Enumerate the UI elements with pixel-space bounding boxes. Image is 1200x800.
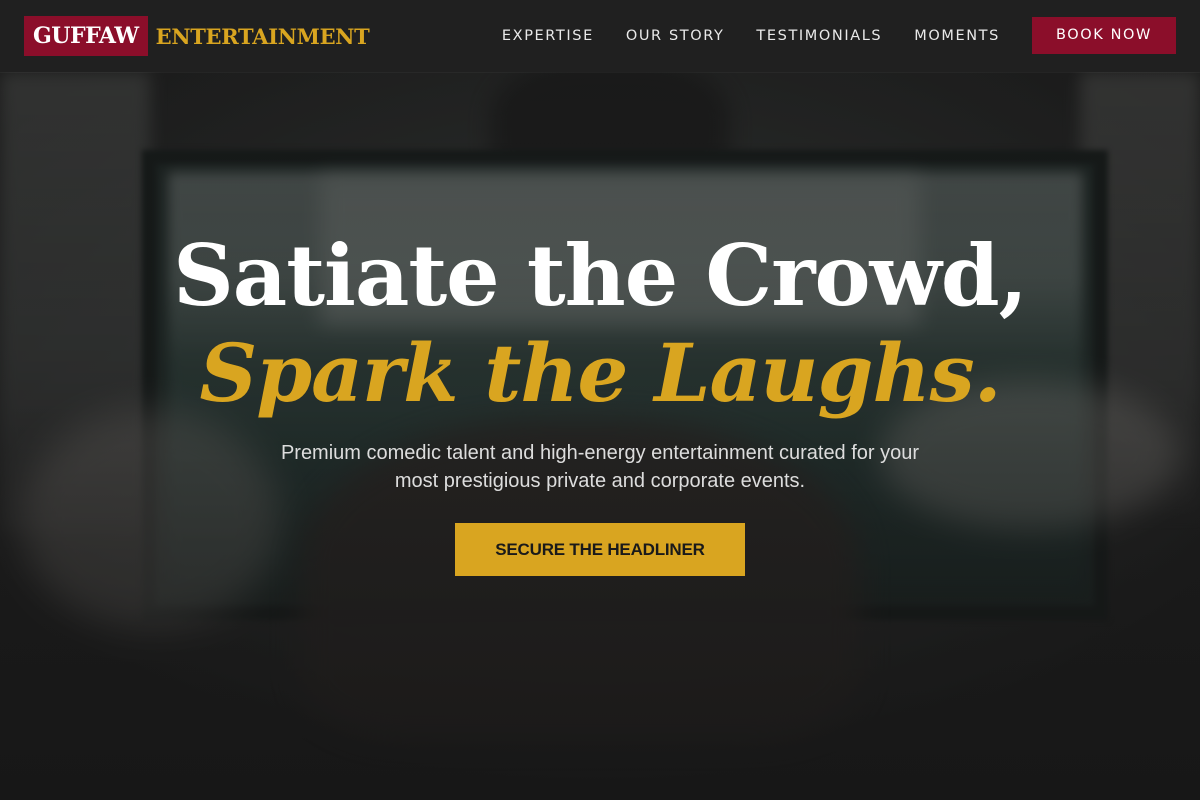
brand-logo[interactable]: GUFFAW ENTERTAINMENT	[24, 16, 370, 56]
hero-subtitle: Premium comedic talent and high-energy e…	[280, 442, 920, 492]
hero-headline-line2: Spark the Laughs.	[199, 326, 1001, 420]
book-now-button[interactable]: BOOK NOW	[1031, 17, 1176, 54]
main-nav: EXPERTISE OUR STORY TESTIMONIALS MOMENTS…	[502, 17, 1176, 54]
nav-link-moments[interactable]: MOMENTS	[914, 28, 1000, 44]
hero-section: Satiate the Crowd, Spark the Laughs. Pre…	[0, 225, 1200, 576]
landing-page: GUFFAW ENTERTAINMENT EXPERTISE OUR STORY…	[0, 0, 1200, 800]
secure-headliner-button[interactable]: SECURE THE HEADLINER	[455, 523, 745, 576]
nav-link-expertise[interactable]: EXPERTISE	[502, 28, 594, 44]
nav-link-our-story[interactable]: OUR STORY	[626, 28, 725, 44]
nav-link-testimonials[interactable]: TESTIMONIALS	[756, 28, 882, 44]
hero-headline-line1: Satiate the Crowd,	[173, 226, 1028, 325]
brand-logo-text: ENTERTAINMENT	[155, 23, 370, 49]
site-header: GUFFAW ENTERTAINMENT EXPERTISE OUR STORY…	[0, 0, 1200, 72]
brand-logo-mark: GUFFAW	[24, 16, 148, 56]
